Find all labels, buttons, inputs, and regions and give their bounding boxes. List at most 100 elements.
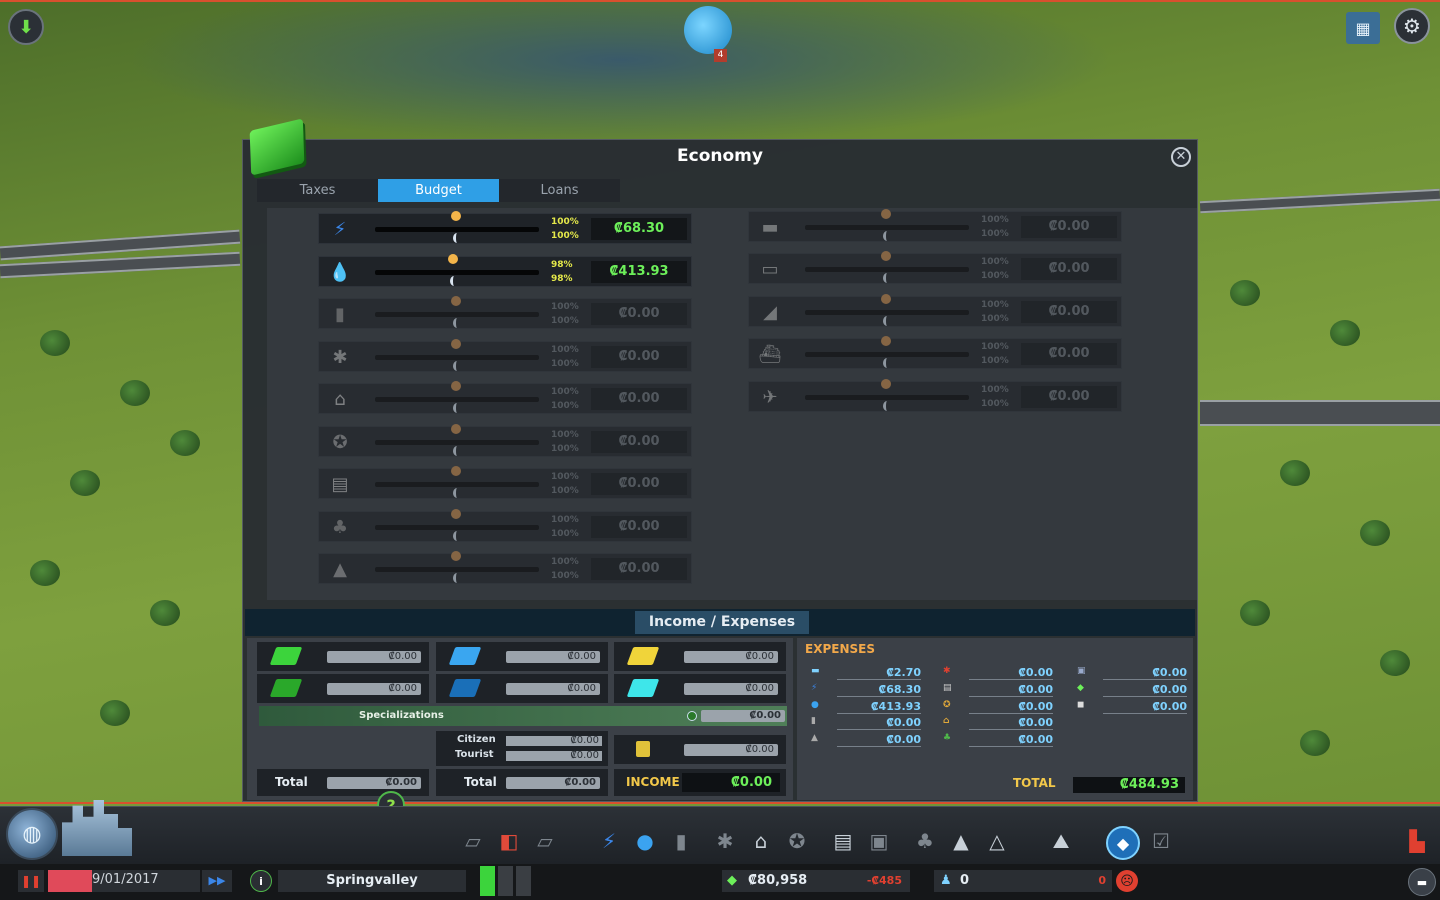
- tree: [1280, 460, 1310, 486]
- close-button[interactable]: ✕: [1171, 147, 1191, 167]
- transport-tool-icon[interactable]: ▣: [864, 826, 894, 856]
- day-budget-handle[interactable]: [881, 336, 891, 346]
- day-budget-handle[interactable]: [881, 379, 891, 389]
- parks-tool-icon[interactable]: ♣: [910, 826, 940, 856]
- water-tool-icon[interactable]: ●: [630, 826, 660, 856]
- day-percent: 100%: [551, 217, 579, 227]
- night-budget-handle[interactable]: [453, 403, 461, 413]
- expense-row: ▬ ₡2.70: [811, 666, 921, 680]
- unlock-button[interactable]: ⬇: [8, 9, 44, 45]
- budget-value: ₡0.00: [591, 558, 687, 580]
- day-budget-handle[interactable]: [451, 381, 461, 391]
- zone-income-commercial-low: ₡0.00: [436, 642, 608, 671]
- wonders-tool-icon[interactable]: △: [982, 826, 1012, 856]
- day-budget-handle[interactable]: [451, 296, 461, 306]
- budget-slider[interactable]: [805, 251, 969, 283]
- bulldozer-tool-icon[interactable]: ▙: [1402, 826, 1432, 856]
- panel-title: Economy: [677, 146, 763, 166]
- zoning-tool-icon[interactable]: ◧: [494, 826, 524, 856]
- districts-tool-icon[interactable]: ▱: [530, 826, 560, 856]
- tab-loans[interactable]: Loans: [499, 179, 620, 202]
- landscaping-tool-icon[interactable]: ⛰: [1046, 826, 1076, 856]
- budget-slider[interactable]: [375, 381, 539, 413]
- night-budget-handle[interactable]: [883, 316, 891, 326]
- budget-slider[interactable]: [375, 466, 539, 498]
- day-percent: 100%: [551, 387, 579, 397]
- budget-row-bus: ▬ 100% 100% ₡0.00: [748, 209, 1122, 242]
- city-name[interactable]: Springvalley: [278, 870, 466, 892]
- police-tool-icon[interactable]: ✪: [782, 826, 812, 856]
- budget-slider[interactable]: [375, 211, 539, 243]
- budget-slider[interactable]: [375, 339, 539, 371]
- healthcare-tool-icon[interactable]: ✱: [710, 826, 740, 856]
- healthcare-icon: ✱: [943, 666, 951, 676]
- night-budget-handle[interactable]: [883, 358, 891, 368]
- night-budget-handle[interactable]: [450, 276, 458, 286]
- date-field: 9/01/2017: [48, 870, 200, 892]
- happiness-icon: ☹: [1116, 870, 1138, 892]
- tab-taxes[interactable]: Taxes: [257, 179, 378, 202]
- day-budget-handle[interactable]: [451, 509, 461, 519]
- day-budget-handle[interactable]: [881, 209, 891, 219]
- expense-value: ₡0.00: [837, 733, 921, 747]
- night-budget-handle[interactable]: [453, 361, 461, 371]
- night-budget-handle[interactable]: [453, 233, 461, 243]
- paradox-logo-button[interactable]: ▦: [1346, 12, 1380, 44]
- day-budget-handle[interactable]: [881, 294, 891, 304]
- day-budget-handle[interactable]: [451, 339, 461, 349]
- city-info-small-button[interactable]: i: [250, 870, 272, 892]
- budget-slider[interactable]: [805, 294, 969, 326]
- budget-slider[interactable]: [375, 296, 539, 328]
- monuments-tool-icon[interactable]: ▲: [946, 826, 976, 856]
- expense-row: ✱ ₡0.00: [943, 666, 1053, 680]
- garbage-tool-icon[interactable]: ▮: [666, 826, 696, 856]
- day-budget-handle[interactable]: [451, 424, 461, 434]
- settings-button[interactable]: ⚙: [1394, 8, 1430, 44]
- night-budget-handle[interactable]: [453, 531, 461, 541]
- night-percent: 100%: [551, 529, 579, 539]
- night-budget-handle[interactable]: [453, 573, 461, 583]
- day-budget-handle[interactable]: [448, 254, 458, 264]
- budget-row-electricity: ⚡ 100% 100% ₡68.30: [318, 211, 692, 244]
- night-percent: 100%: [981, 356, 1009, 366]
- public-transport-income: ₡0.00: [614, 735, 786, 764]
- day-budget-handle[interactable]: [451, 551, 461, 561]
- day-budget-handle[interactable]: [451, 466, 461, 476]
- budget-slider[interactable]: [375, 254, 539, 286]
- policies-tool-icon[interactable]: ☑: [1146, 826, 1176, 856]
- night-budget-handle[interactable]: [883, 231, 891, 241]
- night-budget-handle[interactable]: [453, 318, 461, 328]
- tab-budget[interactable]: Budget: [378, 179, 499, 202]
- police-badge-icon: ✪: [943, 700, 951, 710]
- expenses-box: EXPENSES ▬ ₡2.70 ⚡ ₡68.30 ● ₡413.93 ▮ ₡0.00 …: [797, 638, 1193, 800]
- budget-slider[interactable]: [375, 424, 539, 456]
- budget-slider[interactable]: [805, 379, 969, 411]
- budget-slider[interactable]: [375, 509, 539, 541]
- night-budget-handle[interactable]: [453, 446, 461, 456]
- ship-icon: ⛴: [758, 343, 782, 365]
- night-budget-handle[interactable]: [883, 273, 891, 283]
- roads-tool-icon[interactable]: ▱: [458, 826, 488, 856]
- budget-slider[interactable]: [375, 551, 539, 583]
- budget-slider[interactable]: [805, 336, 969, 368]
- economy-tool-button[interactable]: ◆: [1106, 826, 1140, 860]
- night-percent: 98%: [551, 274, 573, 284]
- chirper-bird-icon[interactable]: [684, 6, 732, 54]
- city-info-button[interactable]: ◍: [6, 808, 58, 860]
- day-budget-handle[interactable]: [451, 211, 461, 221]
- day-budget-handle[interactable]: [881, 251, 891, 261]
- expense-value: ₡0.00: [1103, 683, 1187, 697]
- education-tool-icon[interactable]: ▤: [828, 826, 858, 856]
- water-drop-icon: 💧: [328, 261, 352, 283]
- pause-button[interactable]: ❚❚: [18, 870, 44, 892]
- electricity-tool-icon[interactable]: ⚡: [594, 826, 624, 856]
- night-budget-handle[interactable]: [453, 488, 461, 498]
- night-percent: 100%: [981, 314, 1009, 324]
- menu-button[interactable]: ▬: [1408, 868, 1436, 896]
- income-total-cell: INCOME ₡0.00: [614, 769, 786, 796]
- fire-tool-icon[interactable]: ⌂: [746, 826, 776, 856]
- speed-button[interactable]: ▶▶: [202, 870, 232, 892]
- night-budget-handle[interactable]: [883, 401, 891, 411]
- economy-icon: ◆: [1116, 833, 1130, 853]
- budget-slider[interactable]: [805, 209, 969, 241]
